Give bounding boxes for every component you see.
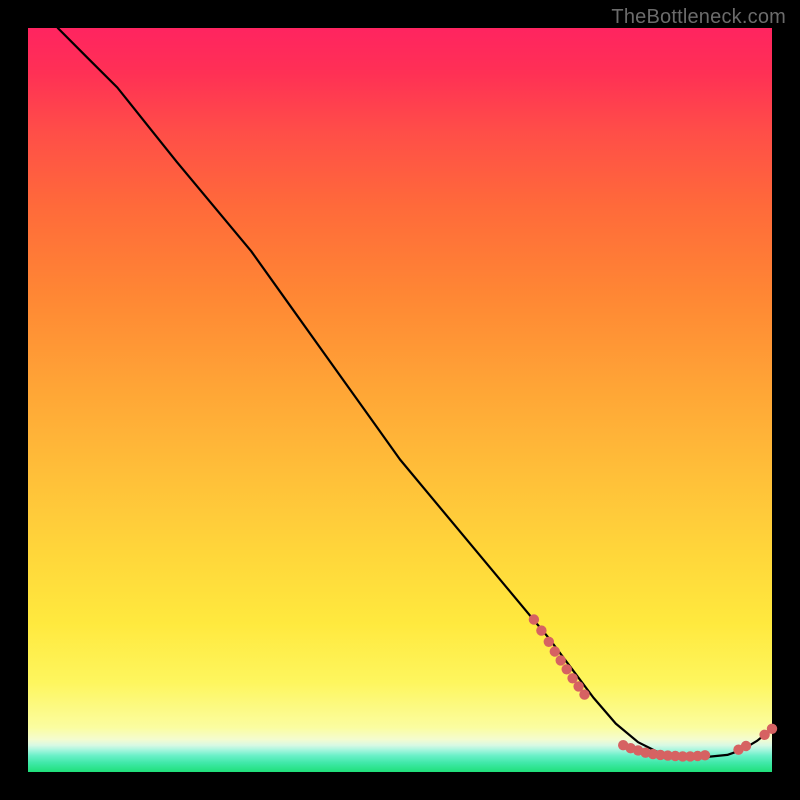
marker-dot (550, 646, 560, 656)
chart-stage: TheBottleneck.com (0, 0, 800, 800)
marker-dot (741, 741, 751, 751)
chart-svg (28, 28, 772, 772)
marker-dot (579, 689, 589, 699)
marker-dot (544, 637, 554, 647)
marker-dot (700, 750, 710, 760)
watermark-text: TheBottleneck.com (611, 6, 786, 29)
curve-markers (529, 614, 778, 761)
marker-dot (767, 724, 777, 734)
marker-dot (536, 625, 546, 635)
marker-dot (562, 664, 572, 674)
bottleneck-curve (58, 28, 772, 757)
marker-dot (529, 614, 539, 624)
marker-dot (556, 655, 566, 665)
chart-plot-area (28, 28, 772, 772)
